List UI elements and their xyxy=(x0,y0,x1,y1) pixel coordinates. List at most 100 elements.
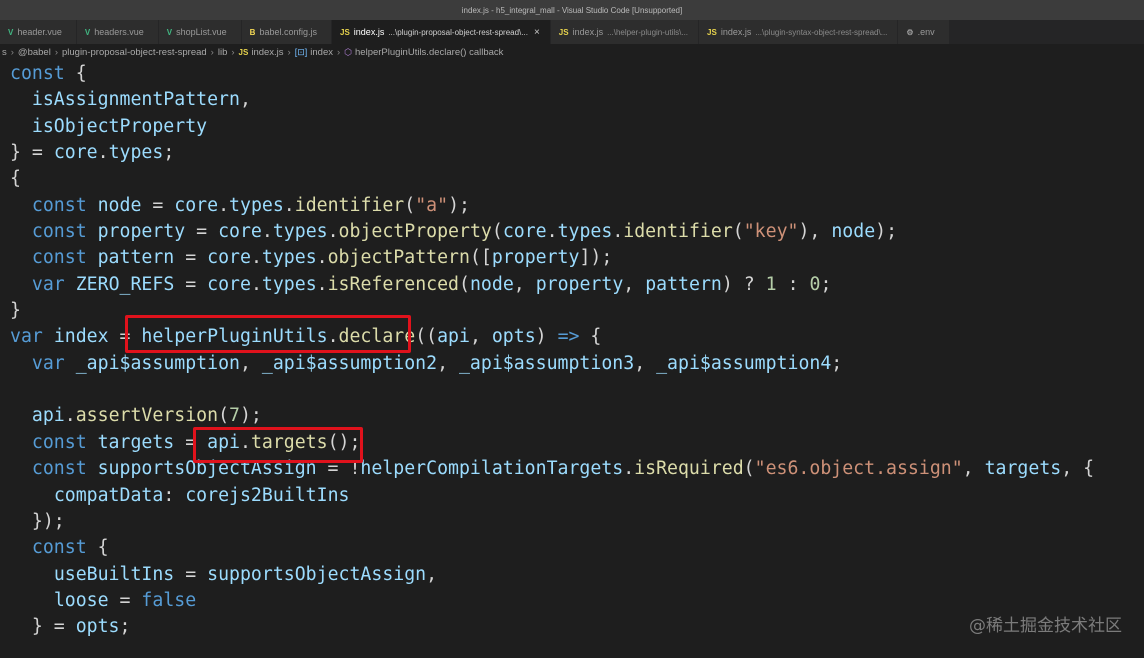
code-token: ) xyxy=(535,326,558,348)
code-token: useBuiltIns xyxy=(53,563,175,585)
code-token: const xyxy=(10,63,65,84)
breadcrumb-item[interactable]: index.js xyxy=(251,47,283,58)
code-token: = xyxy=(174,273,208,295)
tab-label: index.js xyxy=(720,27,752,37)
code-token: corejs2BuiltIns xyxy=(185,484,350,506)
code-token: ; xyxy=(119,616,131,638)
code-token: . xyxy=(623,458,635,480)
tab-label: index.js xyxy=(572,27,604,37)
code-token: _api$assumption3 xyxy=(458,352,635,374)
code-token: { xyxy=(86,537,109,559)
code-token: . xyxy=(283,194,295,216)
breadcrumb-item[interactable]: helperPluginUtils.declare() callback xyxy=(355,47,503,58)
tab-shoplist-vue[interactable]: V shopList.vue xyxy=(158,20,242,44)
tab-babel-config[interactable]: B babel.config.js xyxy=(241,20,332,44)
code-token: ), xyxy=(798,221,832,243)
code-token: types xyxy=(272,221,328,243)
code-token: const xyxy=(31,221,87,243)
code-token: isRequired xyxy=(634,458,744,480)
code-line: useBuiltIns = supportsObjectAssign, xyxy=(10,562,1140,588)
js-file-icon: JS xyxy=(558,27,569,37)
code-token: node xyxy=(97,194,142,216)
code-token: false xyxy=(141,589,197,611)
breadcrumb-item[interactable]: lib xyxy=(218,47,228,58)
code-token: = xyxy=(141,194,175,216)
code-token: . xyxy=(250,273,262,295)
code-token: ; xyxy=(831,352,843,374)
code-token: objectProperty xyxy=(338,221,492,243)
code-token: ([ xyxy=(469,247,492,269)
code-token: : xyxy=(163,484,186,506)
tab-description: ...\helper-plugin-utils\... xyxy=(607,27,689,37)
vue-file-icon: V xyxy=(166,27,173,37)
code-editor[interactable]: const { isAssignmentPattern, isObjectPro… xyxy=(10,61,1140,658)
tab-index-js-active[interactable]: JS index.js ...\plugin-proposal-object-r… xyxy=(332,20,551,44)
code-token: ]); xyxy=(579,247,613,269)
code-token: , xyxy=(469,326,492,348)
code-token: , xyxy=(634,352,657,374)
tab-index-js-helper-plugin-utils[interactable]: JS index.js ...\helper-plugin-utils\... xyxy=(550,20,700,44)
code-token: = xyxy=(108,589,142,611)
code-token: core xyxy=(174,194,219,216)
tab-env[interactable]: ⚙ .env xyxy=(898,20,950,44)
code-token: isObjectProperty xyxy=(31,115,208,137)
code-token: types xyxy=(261,273,317,295)
code-token: ); xyxy=(239,405,262,427)
tab-label: headers.vue xyxy=(94,27,144,37)
breadcrumb-item[interactable]: index xyxy=(310,47,333,58)
breadcrumb-item[interactable]: s xyxy=(2,47,7,58)
code-line: const node = core.types.identifier("a"); xyxy=(10,193,1140,219)
highlight-box-targets xyxy=(193,427,363,463)
code-token: ; xyxy=(820,273,832,295)
code-token: } = xyxy=(10,616,76,638)
code-token: . xyxy=(612,221,624,243)
code-token: ZERO_REFS xyxy=(75,273,175,295)
close-icon[interactable]: × xyxy=(534,27,540,38)
code-line: const pattern = core.types.objectPattern… xyxy=(10,245,1140,271)
function-icon: ⬡ xyxy=(344,46,353,57)
window-title: index.js - h5_integral_mall - Visual Stu… xyxy=(461,5,683,15)
code-token: core xyxy=(207,247,251,269)
code-line: isAssignmentPattern, xyxy=(10,87,1140,113)
code-token: helperCompilationTargets xyxy=(360,458,624,480)
chevron-right-icon: › xyxy=(10,46,14,58)
code-line: const supportsObjectAssign = !helperComp… xyxy=(10,456,1140,482)
code-token: { xyxy=(64,63,87,84)
tab-description: ...\plugin-syntax-object-rest-spread\... xyxy=(755,27,888,37)
vue-file-icon: V xyxy=(84,27,91,37)
code-token: . xyxy=(64,405,76,427)
code-token: api xyxy=(437,326,470,348)
code-token: opts xyxy=(75,616,120,638)
code-token: = xyxy=(174,247,208,269)
code-token: property xyxy=(97,221,186,243)
code-token: ( xyxy=(491,221,503,243)
code-token: node xyxy=(469,273,514,295)
tab-index-js-plugin-syntax[interactable]: JS index.js ...\plugin-syntax-object-res… xyxy=(699,20,899,44)
tab-headers-vue[interactable]: V headers.vue xyxy=(76,20,159,44)
code-token: ( xyxy=(459,273,470,295)
tab-label: .env xyxy=(917,27,935,37)
babel-file-icon: B xyxy=(249,27,256,37)
tab-label: header.vue xyxy=(17,27,62,37)
code-token: isAssignmentPattern xyxy=(31,89,240,111)
code-token: . xyxy=(316,273,328,295)
watermark: @稀土掘金技术社区 xyxy=(969,616,1122,636)
code-line: const { xyxy=(10,61,1140,87)
code-token: ); xyxy=(448,194,470,216)
tab-header-vue[interactable]: V header.vue xyxy=(0,20,77,44)
code-token: "key" xyxy=(743,221,799,243)
breadcrumb-item[interactable]: plugin-proposal-object-rest-spread xyxy=(62,47,207,58)
breadcrumb-item[interactable]: @babel xyxy=(18,47,51,58)
code-token: . xyxy=(218,194,230,216)
tab-description: ...\plugin-proposal-object-rest-spread\.… xyxy=(388,27,528,37)
